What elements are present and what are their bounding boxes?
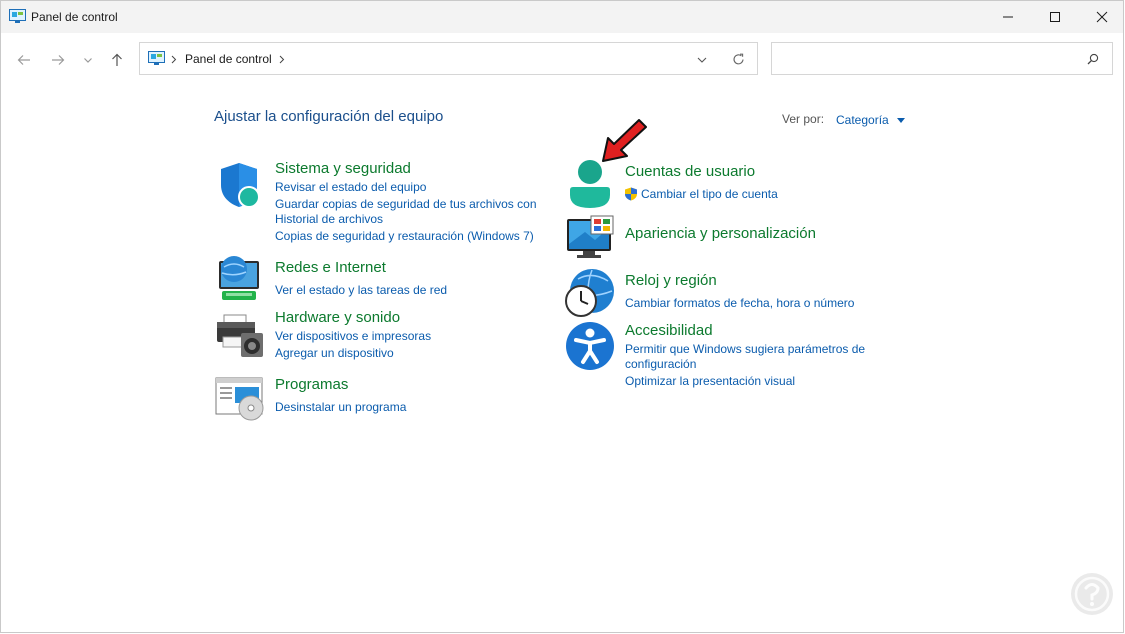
watermark-logo: [1071, 573, 1113, 615]
search-input[interactable]: [778, 49, 1082, 69]
clock-globe-icon[interactable]: [564, 267, 616, 319]
maximize-button[interactable]: [1032, 1, 1078, 33]
category-apariencia-personalizacion[interactable]: Apariencia y personalización: [625, 225, 816, 242]
minimize-button[interactable]: [985, 1, 1031, 33]
category-hardware-sonido[interactable]: Hardware y sonido: [275, 309, 400, 326]
view-by-label: Ver por:: [782, 112, 825, 126]
recent-locations-button[interactable]: [75, 47, 101, 73]
link-historial-archivos[interactable]: Historial de archivos: [275, 212, 383, 226]
breadcrumb-separator-icon[interactable]: [279, 55, 285, 64]
maximize-icon: [1050, 12, 1060, 22]
chevron-down-icon: [84, 58, 92, 63]
back-button[interactable]: [11, 47, 37, 73]
window-title: Panel de control: [31, 10, 118, 24]
monitor-icon[interactable]: [565, 214, 615, 260]
uac-shield-icon: [625, 187, 637, 201]
programs-icon[interactable]: [215, 376, 265, 422]
up-button[interactable]: [104, 47, 130, 73]
search-box[interactable]: [771, 42, 1113, 75]
link-copias-restauracion[interactable]: Copias de seguridad y restauración (Wind…: [275, 229, 534, 243]
title-bar: Panel de control: [1, 1, 1123, 33]
printer-icon[interactable]: [215, 313, 265, 359]
breadcrumb-separator-icon: [171, 55, 177, 64]
link-configuracion[interactable]: configuración: [625, 357, 696, 371]
category-cuentas-usuario[interactable]: Cuentas de usuario: [625, 163, 755, 180]
breadcrumb-item[interactable]: Panel de control: [185, 52, 272, 66]
arrow-right-icon: [52, 55, 65, 65]
arrow-up-icon: [112, 53, 122, 66]
user-icon[interactable]: [567, 160, 613, 210]
category-programas[interactable]: Programas: [275, 376, 348, 393]
link-desinstalar-programa[interactable]: Desinstalar un programa: [275, 400, 406, 414]
network-icon[interactable]: [214, 255, 264, 303]
control-panel-location-icon: [148, 51, 165, 65]
link-guardar-copias[interactable]: Guardar copias de seguridad de tus archi…: [275, 197, 537, 211]
category-reloj-region[interactable]: Reloj y región: [625, 272, 717, 289]
view-by-value: Categoría: [836, 113, 889, 127]
page-heading: Ajustar la configuración del equipo: [214, 108, 444, 125]
link-dispositivos-impresoras[interactable]: Ver dispositivos e impresoras: [275, 329, 431, 343]
link-estado-red[interactable]: Ver el estado y las tareas de red: [275, 283, 447, 297]
search-icon[interactable]: [1087, 53, 1099, 65]
link-optimizar-presentacion[interactable]: Optimizar la presentación visual: [625, 374, 795, 388]
view-by-dropdown[interactable]: Categoría: [836, 111, 906, 127]
category-sistema-seguridad[interactable]: Sistema y seguridad: [275, 160, 411, 177]
close-icon: [1096, 11, 1108, 23]
address-dropdown-icon[interactable]: [697, 56, 707, 64]
control-panel-window: Panel de control Panel de control Ajusta…: [0, 0, 1124, 633]
link-formatos-fecha[interactable]: Cambiar formatos de fecha, hora o número: [625, 296, 854, 310]
annotation-arrow-icon: [602, 119, 647, 162]
forward-button[interactable]: [45, 47, 71, 73]
category-redes-internet[interactable]: Redes e Internet: [275, 259, 386, 276]
link-cambiar-tipo-cuenta[interactable]: Cambiar el tipo de cuenta: [641, 187, 778, 201]
minimize-icon: [1003, 16, 1013, 18]
link-revisar-estado[interactable]: Revisar el estado del equipo: [275, 180, 426, 194]
accessibility-icon[interactable]: [565, 321, 615, 371]
category-accesibilidad[interactable]: Accesibilidad: [625, 322, 713, 339]
dropdown-arrow-icon: [897, 118, 906, 123]
control-panel-app-icon: [9, 9, 26, 23]
arrow-left-icon: [17, 55, 30, 65]
address-bar[interactable]: Panel de control: [139, 42, 758, 75]
refresh-icon[interactable]: [732, 53, 745, 66]
link-agregar-dispositivo[interactable]: Agregar un dispositivo: [275, 346, 394, 360]
link-sugerir-parametros[interactable]: Permitir que Windows sugiera parámetros …: [625, 342, 865, 356]
shield-icon[interactable]: [215, 161, 263, 209]
close-button[interactable]: [1079, 1, 1125, 33]
